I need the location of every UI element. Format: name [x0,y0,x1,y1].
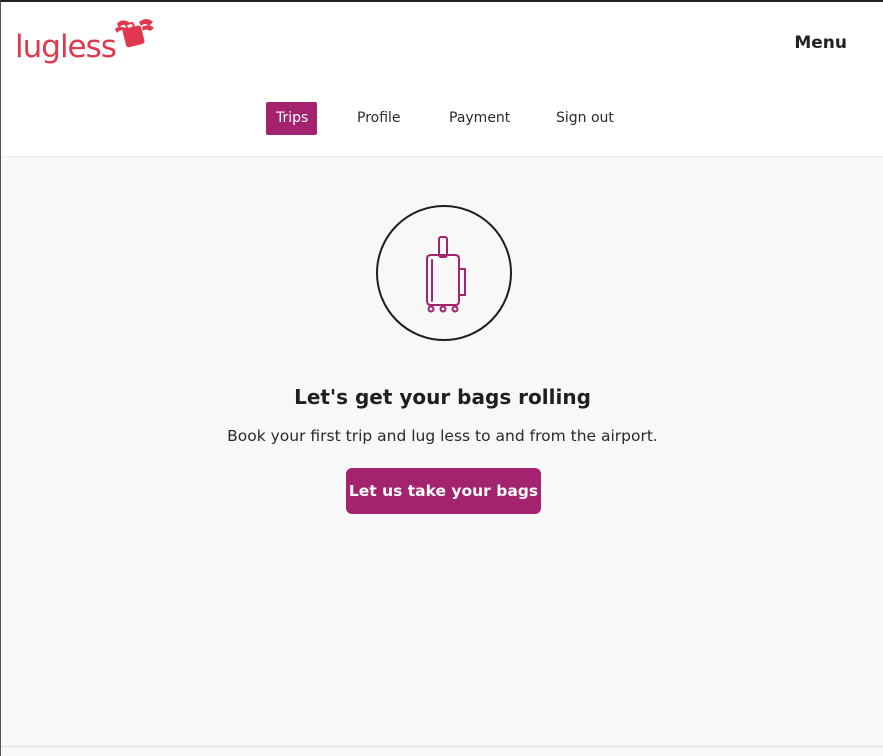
book-trip-button[interactable]: Let us take your bags [346,468,541,514]
nav-tab-payment[interactable]: Payment [439,102,520,135]
logo-wordmark: lugless [15,29,117,65]
empty-state-heading: Let's get your bags rolling [294,385,591,409]
menu-button[interactable]: Menu [794,33,847,53]
suitcase-icon [426,236,466,313]
footer-divider [1,746,883,747]
nav-tab-trips[interactable]: Trips [266,102,317,135]
trips-empty-state: Let's get your bags rolling Book your fi… [1,157,883,747]
site-header: lugless Menu Trips Profile Payment Sign … [1,2,883,157]
suitcase-illustration [376,205,512,341]
empty-state-subtext: Book your first trip and lug less to and… [227,427,658,445]
nav-tab-profile[interactable]: Profile [347,102,411,135]
winged-bag-icon [115,19,154,48]
lugless-logo[interactable]: lugless [15,16,160,72]
account-nav: Trips Profile Payment Sign out [1,102,883,136]
app-window: lugless Menu Trips Profile Payment Sign … [0,0,883,756]
nav-tab-sign-out[interactable]: Sign out [546,102,624,135]
